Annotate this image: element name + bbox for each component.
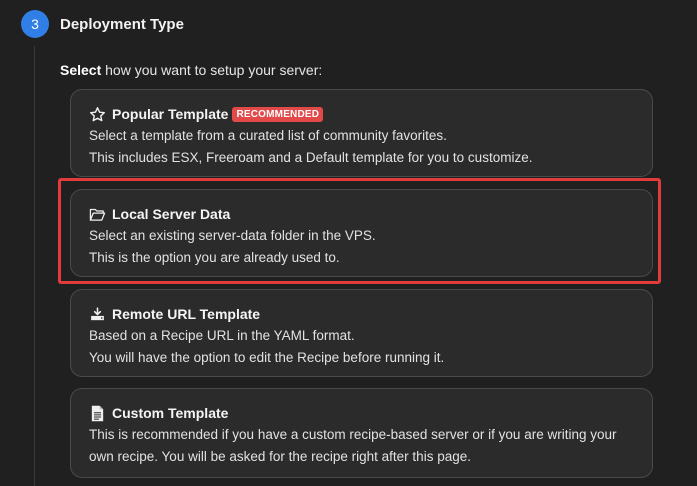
option-description-line-1: Based on a Recipe URL in the YAML format… xyxy=(89,328,355,343)
option-title: Custom Template xyxy=(112,405,229,421)
option-title: Local Server Data xyxy=(112,206,231,222)
step-number-badge: 3 xyxy=(21,10,49,38)
option-custom-template[interactable]: Custom Template This is recommended if y… xyxy=(70,388,653,478)
option-description-line-2: This is the option you are already used … xyxy=(89,250,340,265)
file-text-icon xyxy=(89,405,106,422)
option-title-row: Remote URL Template xyxy=(89,304,634,324)
step-connector-line xyxy=(34,46,35,486)
option-description-line-2: This includes ESX, Freeroam and a Defaul… xyxy=(89,150,533,165)
prompt-text: how you want to setup your server: xyxy=(101,62,323,78)
step-header: 3 Deployment Type xyxy=(21,10,184,38)
option-local-server-data[interactable]: Local Server Data Select an existing ser… xyxy=(70,189,653,277)
deployment-prompt: Select how you want to setup your server… xyxy=(60,62,322,78)
option-title-row: Custom Template xyxy=(89,403,634,423)
option-title: Remote URL Template xyxy=(112,306,261,322)
step-title: Deployment Type xyxy=(60,15,184,33)
option-popular-template[interactable]: Popular Template RECOMMENDED Select a te… xyxy=(70,89,653,177)
option-description-line-1: This is recommended if you have a custom… xyxy=(89,427,617,442)
star-icon xyxy=(89,106,106,123)
option-title-row: Local Server Data xyxy=(89,204,634,224)
option-description-line-1: Select an existing server-data folder in… xyxy=(89,228,376,243)
option-description-line-2: You will have the option to edit the Rec… xyxy=(89,350,445,365)
option-description-line-1: Select a template from a curated list of… xyxy=(89,128,447,143)
option-title-row: Popular Template RECOMMENDED xyxy=(89,104,634,124)
option-description-line-2: own recipe. You will be asked for the re… xyxy=(89,449,471,464)
download-tray-icon xyxy=(89,306,106,323)
option-remote-url-template[interactable]: Remote URL Template Based on a Recipe UR… xyxy=(70,289,653,377)
deployment-type-step: 3 Deployment Type Select how you want to… xyxy=(0,0,697,486)
recommended-badge: RECOMMENDED xyxy=(232,106,324,122)
folder-open-icon xyxy=(89,206,106,223)
option-title: Popular Template xyxy=(112,106,229,122)
prompt-bold: Select xyxy=(60,62,102,78)
